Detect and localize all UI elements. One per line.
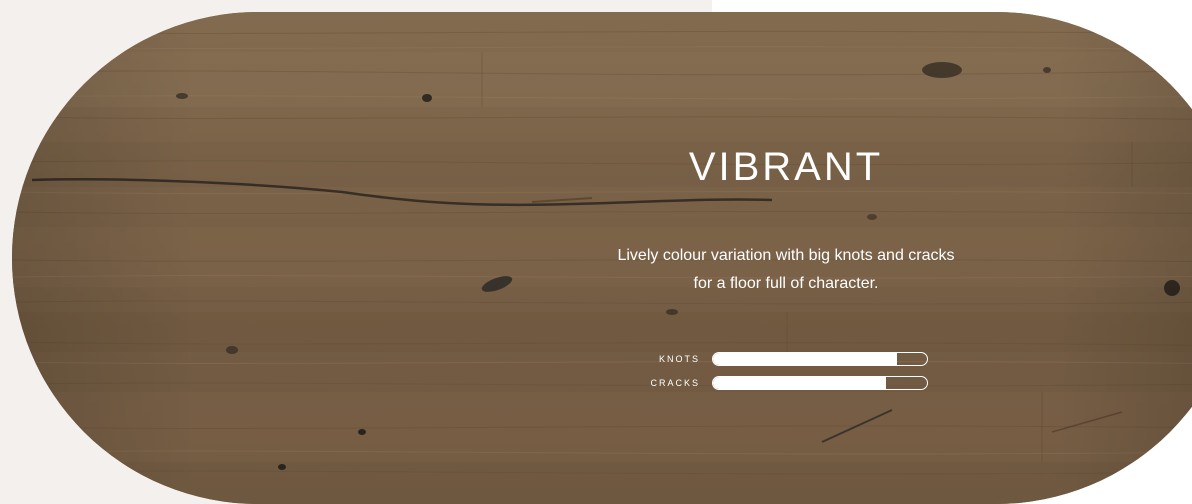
description-line-1: Lively colour variation with big knots a… (617, 247, 955, 264)
metric-label-cracks: CRACKS (650, 378, 700, 388)
product-title: VIBRANT (688, 145, 884, 189)
metric-knots: KNOTS (640, 350, 940, 368)
cracks-level-bar (712, 376, 928, 390)
cracks-level-fill (713, 377, 887, 389)
product-description: Lively colour variation with big knots a… (560, 242, 1012, 298)
knots-level-bar (712, 352, 928, 366)
metric-cracks: CRACKS (640, 374, 940, 392)
metric-label-knots: KNOTS (658, 354, 700, 364)
product-info: VIBRANT Lively colour variation with big… (560, 0, 1012, 504)
page: VIBRANT Lively colour variation with big… (0, 0, 1192, 504)
knots-level-fill (713, 353, 898, 365)
description-line-2: for a floor full of character. (693, 275, 879, 292)
character-metrics: KNOTS CRACKS (640, 350, 940, 398)
